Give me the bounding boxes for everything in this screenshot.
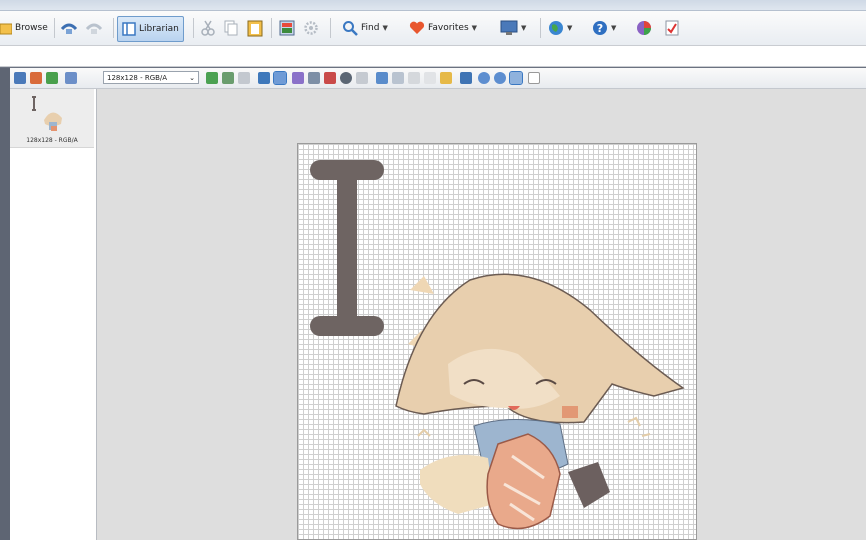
magnifier-icon xyxy=(343,21,358,36)
fit-icon[interactable] xyxy=(509,71,523,85)
copy-small-icon[interactable] xyxy=(424,72,436,84)
help-button[interactable]: ? ▼ xyxy=(592,17,616,39)
viewer-toolbar: 128x128 - RGB/A ⌄ xyxy=(10,68,866,89)
add-frame-icon[interactable] xyxy=(206,72,218,84)
rotate-right-icon[interactable] xyxy=(392,72,404,84)
monitor-icon xyxy=(500,20,518,35)
save-icon[interactable] xyxy=(14,72,26,84)
librarian-icon xyxy=(122,22,136,36)
help-dropdown-icon[interactable]: ▼ xyxy=(611,24,616,32)
pick-color-icon[interactable] xyxy=(258,72,270,84)
pixel-grid-image[interactable] xyxy=(297,143,697,540)
title-strip xyxy=(0,0,866,11)
thumbnail-pane: 128x128 - RGB/A xyxy=(10,89,97,540)
back-arrow-icon xyxy=(60,23,78,34)
copy-icon xyxy=(224,20,238,36)
scissors-icon xyxy=(201,20,215,36)
librarian-button[interactable]: Librarian xyxy=(117,16,184,42)
format-dropdown[interactable]: 128x128 - RGB/A ⌄ xyxy=(103,71,199,84)
web-dropdown-icon[interactable]: ▼ xyxy=(567,24,572,32)
view-mode-2-icon[interactable] xyxy=(308,72,320,84)
thumbnail-item[interactable]: 128x128 - RGB/A xyxy=(10,89,94,148)
toolbar-separator xyxy=(193,18,194,38)
view-mode-1-icon[interactable] xyxy=(292,72,304,84)
back-button[interactable] xyxy=(60,17,78,39)
gear-icon xyxy=(304,21,318,35)
export-icon[interactable] xyxy=(30,72,42,84)
duplicate-frame-icon[interactable] xyxy=(222,72,234,84)
toolbar-separator xyxy=(271,18,272,38)
cursor-glyph-graphic xyxy=(310,160,685,530)
grid-icon[interactable] xyxy=(273,71,287,85)
rotate-left-icon[interactable] xyxy=(376,72,388,84)
favorites-label: Favorites xyxy=(428,23,469,33)
color-wheel-icon xyxy=(637,21,651,35)
view-mode-3-icon[interactable] xyxy=(324,72,336,84)
copy-button[interactable] xyxy=(223,17,239,39)
left-edge-bar xyxy=(0,68,10,540)
globe-icon xyxy=(549,21,563,35)
web-button[interactable]: ▼ xyxy=(548,17,572,39)
find-button[interactable]: Find ▼ xyxy=(342,17,388,39)
display-button[interactable]: ▼ xyxy=(500,17,526,39)
librarian-label: Librarian xyxy=(139,24,179,34)
main-toolbar: Browse Librarian Find ▼ Favorites ▼ ▼ ▼ … xyxy=(0,11,866,46)
zoom-in-icon[interactable] xyxy=(478,72,490,84)
checklist-button[interactable] xyxy=(665,17,679,39)
paste-small-icon[interactable] xyxy=(440,72,452,84)
view-mode-5-icon[interactable] xyxy=(356,72,368,84)
find-label: Find xyxy=(361,23,380,33)
favorites-dropdown-icon[interactable]: ▼ xyxy=(472,24,477,32)
checklist-icon xyxy=(665,20,679,36)
favorites-button[interactable]: Favorites ▼ xyxy=(409,17,477,39)
chevron-down-icon: ⌄ xyxy=(189,74,195,82)
theme-button[interactable] xyxy=(636,17,652,39)
svg-text:?: ? xyxy=(597,22,603,35)
forward-button[interactable] xyxy=(85,17,103,39)
thumbnail-image xyxy=(32,96,62,131)
alpha-icon[interactable] xyxy=(340,72,352,84)
forward-arrow-icon xyxy=(85,23,103,34)
display-dropdown-icon[interactable]: ▼ xyxy=(521,24,526,32)
find-dropdown-icon[interactable]: ▼ xyxy=(382,24,387,32)
browse-label: Browse xyxy=(15,23,48,33)
settings-button[interactable] xyxy=(303,17,319,39)
zoom-out-icon[interactable] xyxy=(494,72,506,84)
image-icon[interactable] xyxy=(460,72,472,84)
paste-icon xyxy=(247,20,263,37)
toolbar-separator xyxy=(540,18,541,38)
toolbar-separator xyxy=(54,18,55,38)
import-icon[interactable] xyxy=(46,72,58,84)
picture-icon xyxy=(279,20,295,36)
paste-button[interactable] xyxy=(247,17,263,39)
heart-icon xyxy=(409,21,425,34)
browse-button[interactable]: Browse xyxy=(0,17,48,39)
toolbar-separator xyxy=(330,18,331,38)
checklist-small-icon[interactable] xyxy=(528,72,540,84)
delete-frame-icon[interactable] xyxy=(238,72,250,84)
image-properties-button[interactable] xyxy=(279,17,295,39)
cut-icon[interactable] xyxy=(408,72,420,84)
help-icon: ? xyxy=(593,21,607,35)
cut-button[interactable] xyxy=(200,17,216,39)
layers-icon[interactable] xyxy=(65,72,77,84)
thumbnail-label: 128x128 - RGB/A xyxy=(26,137,78,144)
address-strip xyxy=(0,46,866,67)
folder-icon xyxy=(0,23,12,35)
format-dropdown-value: 128x128 - RGB/A xyxy=(107,74,168,82)
toolbar-separator xyxy=(113,18,114,38)
